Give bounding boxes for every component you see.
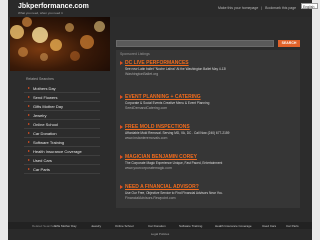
bottom-link-online-school[interactable]: Online School: [115, 224, 134, 228]
bottom-link-health-insurance[interactable]: Health Insurance Coverage: [215, 224, 252, 228]
sidebar-item-mothers-day[interactable]: Mothers Day: [24, 84, 100, 93]
sidebar-item-label: Health Insurance Coverage: [33, 149, 82, 154]
site-tagline: What you need, when you need it: [18, 11, 63, 15]
site-title[interactable]: Jbkperformance.com: [18, 3, 89, 10]
listing-description: Corporate & Social Events Creative Menu …: [125, 101, 210, 105]
listing-item: MAGICIAN BENJAMIN COREY The Corporate Ma…: [120, 154, 298, 180]
sponsored-listings: Sponsored Listings DC LIVE PERFORMANCES …: [116, 50, 300, 208]
bokeh-light: [80, 35, 94, 49]
listing-title-link[interactable]: EVENT PLANNING + CATERING: [125, 94, 201, 100]
bokeh-light: [65, 23, 74, 32]
sidebar-item-send-flowers[interactable]: Send Flowers: [24, 93, 100, 102]
sidebar-item-label: Online School: [33, 122, 58, 127]
sidebar-item-label: Car Donation: [33, 131, 57, 136]
header-bar: Jbkperformance.com What you need, when y…: [8, 0, 318, 17]
listing-url-link[interactable]: SeedDemandCatering.com: [125, 106, 167, 110]
arrow-bullet-icon: [120, 125, 123, 129]
arrow-bullet-icon: [120, 61, 123, 65]
arrow-bullet-icon: [28, 96, 30, 98]
arrow-bullet-icon: [120, 155, 123, 159]
arrow-bullet-icon: [120, 95, 123, 99]
listing-description: See new Latin ballet "Noche Latina" At t…: [125, 67, 227, 71]
sidebar-item-label: Used Cars: [33, 158, 52, 163]
sidebar-item-car-donation[interactable]: Car Donation: [24, 129, 100, 138]
bottom-link-used-cars[interactable]: Used Cars: [262, 224, 276, 228]
listing-description: The Corporate Magic Experience Unique, F…: [125, 161, 223, 165]
listing-description: Affordable Mold Removal. Serving MD, VA,…: [125, 131, 230, 135]
sidebar-item-health-insurance[interactable]: Health Insurance Coverage: [24, 147, 100, 156]
search-button[interactable]: SEARCH: [278, 40, 300, 47]
sidebar-item-label: Car Parts: [33, 167, 50, 172]
footer: Legal Policies: [8, 229, 312, 240]
arrow-bullet-icon: [28, 132, 30, 134]
page: Jbkperformance.com What you need, when y…: [0, 0, 320, 240]
bottom-link-car-parts[interactable]: Car Parts: [286, 224, 299, 228]
listing-url-link[interactable]: www.instanteremovals.com: [125, 136, 167, 140]
bokeh-light: [70, 51, 80, 61]
hero-bokeh-image: [10, 17, 110, 71]
sidebar-item-label: Gifts Mother Day: [33, 104, 64, 109]
listing-item: NEED A FINANCIAL ADVISOR? Use Our Free, …: [120, 184, 298, 210]
sidebar-item-used-cars[interactable]: Used Cars: [24, 156, 100, 165]
arrow-bullet-icon: [120, 185, 123, 189]
language-select[interactable]: English: [301, 3, 318, 9]
bokeh-light: [32, 27, 48, 43]
listing-url-link[interactable]: www.yourcorporatemagic.com: [125, 166, 172, 170]
sidebar-item-label: Software Training: [33, 140, 65, 145]
arrow-bullet-icon: [28, 159, 30, 161]
listing-item: EVENT PLANNING + CATERING Corporate & So…: [120, 94, 298, 120]
sidebar-item-gifts-mother-day[interactable]: Gifts Mother Day: [24, 102, 100, 111]
sidebar-item-software-training[interactable]: Software Training: [24, 138, 100, 147]
arrow-bullet-icon: [28, 114, 30, 116]
sidebar-item-jewelry[interactable]: Jewelry: [24, 111, 100, 120]
legal-policies-link[interactable]: Legal Policies: [8, 232, 312, 236]
sidebar-item-online-school[interactable]: Online School: [24, 120, 100, 129]
sidebar-item-car-parts[interactable]: Car Parts: [24, 165, 100, 174]
arrow-bullet-icon: [28, 105, 30, 107]
bokeh-light: [50, 39, 62, 51]
bottom-link-software-training[interactable]: Software Training: [179, 224, 202, 228]
make-homepage-link[interactable]: Make this your homepage: [218, 6, 258, 10]
arrow-bullet-icon: [28, 168, 30, 170]
arrow-bullet-icon: [28, 150, 30, 152]
related-searches-sidebar: Related Searches Mothers Day Send Flower…: [24, 76, 100, 174]
bottom-related-searches: Related Searches: Gifts Mother Day Jewel…: [8, 222, 312, 229]
sidebar-header: Related Searches: [26, 77, 54, 81]
sidebar-item-label: Send Flowers: [33, 95, 58, 100]
listing-title-link[interactable]: DC LIVE PERFORMANCES: [125, 60, 189, 66]
listing-item: DC LIVE PERFORMANCES See new Latin balle…: [120, 60, 298, 86]
bokeh-light: [10, 25, 24, 39]
listing-title-link[interactable]: MAGICIAN BENJAMIN COREY: [125, 154, 197, 160]
arrow-bullet-icon: [28, 141, 30, 143]
bottom-link-gifts-mother-day[interactable]: Gifts Mother Day: [54, 224, 77, 228]
bottom-link-car-donation[interactable]: Car Donation: [148, 224, 166, 228]
bottom-nav-label: Related Searches:: [32, 223, 57, 228]
header-link-separator: |: [261, 6, 263, 10]
language-value: English: [303, 5, 315, 9]
listing-item: FREE MOLD INSPECTIONS Affordable Mold Re…: [120, 124, 298, 150]
bookmark-page-link[interactable]: Bookmark this page: [265, 6, 296, 10]
listing-description: Use Our Free, Objective Service to Find …: [125, 191, 223, 195]
arrow-bullet-icon: [28, 87, 30, 89]
arrow-bullet-icon: [28, 123, 30, 125]
bokeh-light: [18, 47, 28, 57]
listing-url-link[interactable]: WashingtonBallet.org: [125, 72, 158, 76]
listings-header: Sponsored Listings: [120, 52, 150, 56]
bottom-link-jewelry[interactable]: Jewelry: [91, 224, 101, 228]
search-input[interactable]: [116, 40, 274, 47]
listing-title-link[interactable]: NEED A FINANCIAL ADVISOR?: [125, 184, 199, 190]
listing-url-link[interactable]: FinancialAdvisors.Rewpoint.com: [125, 196, 176, 200]
header-links: Make this your homepage | Bookmark this …: [218, 6, 296, 10]
bokeh-light: [40, 53, 48, 61]
bokeh-light: [94, 21, 105, 32]
search-bar: SEARCH: [116, 40, 300, 49]
listing-title-link[interactable]: FREE MOLD INSPECTIONS: [125, 124, 190, 130]
bokeh-light: [22, 17, 32, 27]
sidebar-item-label: Mothers Day: [33, 86, 56, 91]
sidebar-item-label: Jewelry: [33, 113, 47, 118]
